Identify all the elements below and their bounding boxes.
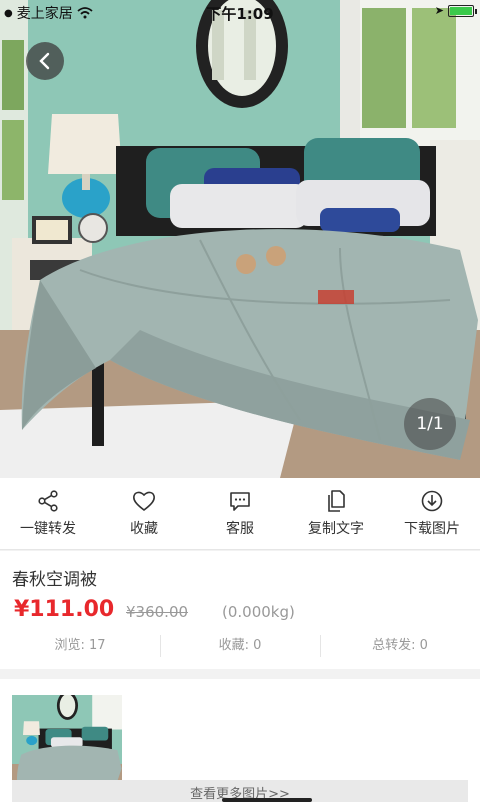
location-arrow-icon: ➤ [434,4,444,17]
home-indicator [222,798,312,802]
forwards-count: 总转发: 0 [320,631,480,661]
share-label: 一键转发 [20,520,76,537]
product-weight: (0.000kg) [222,603,295,621]
image-page-indicator: 1/1 [404,398,456,450]
views-count: 浏览: 17 [54,638,106,653]
share-icon [38,489,58,512]
current-price: ¥111.00 [14,597,115,622]
status-bar-right: ➤ [434,4,477,17]
product-image-carousel[interactable] [0,0,480,478]
back-button[interactable] [26,42,64,80]
clock: 下午1:09 [206,5,274,23]
download-image-button[interactable]: 下载图片 [384,478,480,549]
product-photo [0,0,480,478]
download-icon [421,490,443,511]
product-title: 春秋空调被 [12,570,97,590]
download-image-label: 下载图片 [404,520,460,537]
gallery-thumbnail[interactable] [12,695,122,781]
product-info: 春秋空调被 ¥111.00 ¥360.00 (0.000kg) 浏览: 17 收… [0,551,480,669]
customer-service-label: 客服 [226,520,254,537]
action-bar: 一键转发 收藏 客服 复制文字 下载图片 [0,478,480,550]
heart-icon [133,491,155,511]
battery-icon [448,4,477,17]
favorites-count: 收藏: 0 [160,631,320,661]
thumbnail-photo [12,695,122,781]
gallery-section: 查看更多图片>> [0,679,480,802]
copy-text-label: 复制文字 [308,520,364,537]
original-price: ¥360.00 [126,603,189,621]
chat-icon [230,491,250,511]
copy-text-button[interactable]: 复制文字 [288,478,384,549]
status-bar: ● 麦上家居 下午1:09 ➤ [0,0,480,24]
share-button[interactable]: 一键转发 [0,478,96,549]
chevron-left-icon [39,52,50,70]
customer-service-button[interactable]: 客服 [192,478,288,549]
copy-icon [328,489,345,512]
favorite-label: 收藏 [130,520,158,537]
product-stats: 浏览: 17 收藏: 0 总转发: 0 [0,631,480,661]
favorite-button[interactable]: 收藏 [96,478,192,549]
